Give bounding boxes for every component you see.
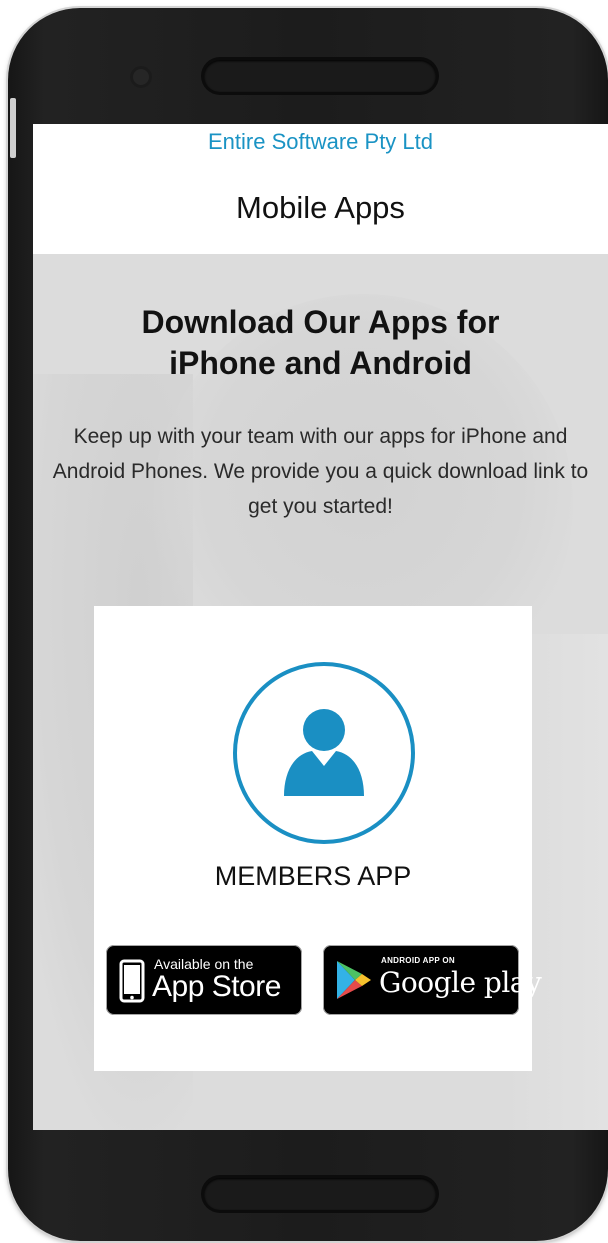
speaker-grille-bottom [204, 1178, 436, 1210]
page-header: Entire Software Pty Ltd Mobile Apps [33, 124, 608, 254]
hero-description: Keep up with your team with our apps for… [52, 425, 589, 518]
google-play-small-text: ANDROID APP ON [381, 956, 455, 965]
speaker-grille-top [204, 60, 436, 92]
avatar [233, 662, 415, 844]
user-icon [284, 709, 364, 796]
iphone-icon [119, 959, 145, 1003]
company-name-link[interactable]: Entire Software Pty Ltd [33, 129, 608, 155]
camera-icon [130, 66, 152, 88]
play-triangle-icon [337, 961, 371, 999]
google-play-badge[interactable]: ANDROID APP ON Google play [323, 945, 542, 1015]
members-app-card: MEMBERS APP Available on the App Store A [94, 606, 542, 1071]
hero-section: Download Our Apps for iPhone and Android… [33, 254, 608, 1130]
hero-headline: Download Our Apps for iPhone and Android [141, 304, 500, 381]
app-store-badge[interactable]: Available on the App Store [106, 945, 302, 1015]
page-title: Mobile Apps [236, 190, 405, 225]
phone-side-button [10, 98, 16, 158]
phone-screen: Entire Software Pty Ltd Mobile Apps Down… [33, 124, 608, 1130]
app-store-big-text: App Store [152, 970, 281, 1003]
app-name: MEMBERS APP [214, 861, 412, 891]
google-play-big-text: Google play [379, 966, 542, 999]
